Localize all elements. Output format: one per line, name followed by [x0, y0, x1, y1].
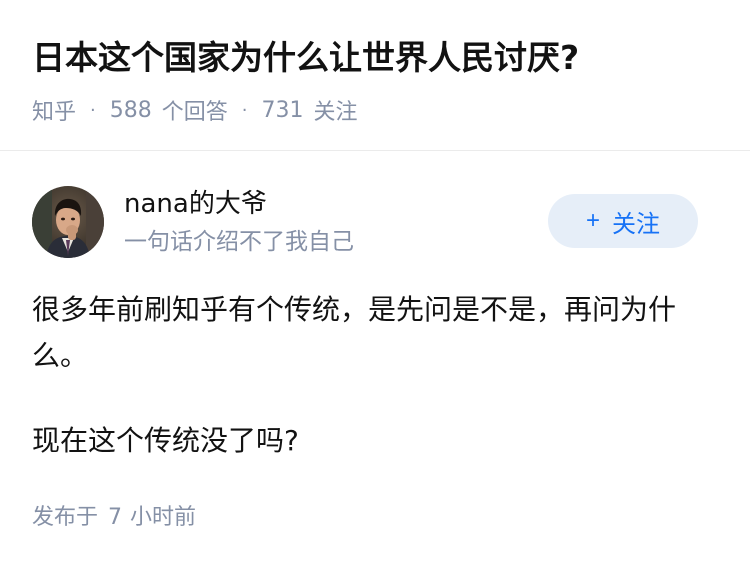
question-header: 日本这个国家为什么让世界人民讨厌? 知乎 · 588 个回答 · 731 关注	[0, 0, 750, 151]
publish-suffix: 小时前	[130, 505, 197, 530]
follower-count: 731	[261, 97, 304, 123]
avatar-photo-icon	[32, 186, 104, 258]
publish-time: 发布于 7 小时前	[32, 502, 196, 534]
source-label[interactable]: 知乎	[32, 94, 76, 126]
question-meta: 知乎 · 588 个回答 · 731 关注	[32, 94, 358, 126]
answer-count-label: 个回答	[161, 100, 228, 125]
follow-label: 关注	[612, 210, 660, 238]
answer-count: 588	[109, 97, 152, 123]
meta-separator: ·	[90, 99, 96, 121]
answer-paragraph: 现在这个传统没了吗?	[32, 424, 299, 457]
plus-icon: +	[585, 207, 600, 234]
publish-prefix: 发布于	[32, 505, 99, 530]
follower-count-label: 关注	[313, 100, 358, 125]
question-title[interactable]: 日本这个国家为什么让世界人民讨厌?	[32, 36, 579, 80]
follow-button[interactable]: + 关注	[548, 194, 698, 248]
answer-paragraph: 很多年前刷知乎有个传统，是先问是不是，再问为什么。	[32, 293, 677, 372]
publish-num: 7	[108, 505, 123, 530]
author-bio: 一句话介绍不了我自己	[124, 229, 354, 255]
avatar[interactable]	[32, 186, 104, 258]
meta-separator: ·	[241, 99, 248, 121]
author-name[interactable]: nana的大爷	[124, 187, 267, 221]
author-card: nana的大爷 一句话介绍不了我自己 + 关注	[32, 184, 718, 260]
